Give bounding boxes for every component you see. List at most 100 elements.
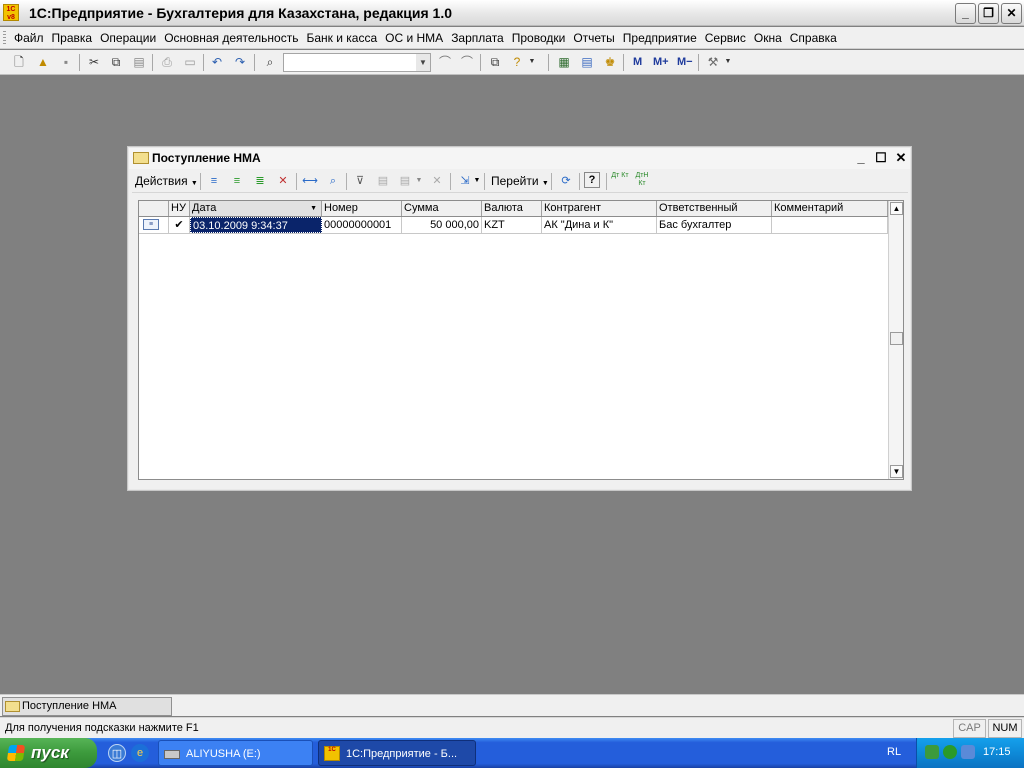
taskbar-1c-window[interactable]: 1C 1С:Предприятие - Б...	[318, 740, 476, 766]
chevron-down-icon[interactable]: ▼	[472, 172, 482, 190]
menu-bank-cash[interactable]: Банк и касса	[302, 31, 381, 45]
cell-counterparty[interactable]: АК "Дина и К"	[542, 217, 657, 233]
chevron-down-icon[interactable]: ▼	[416, 54, 430, 71]
copy-row-icon[interactable]: ≣	[251, 172, 269, 190]
calendar-icon[interactable]: ▤	[578, 54, 596, 70]
tray-shield-icon[interactable]	[925, 745, 939, 759]
column-header-counterparty[interactable]: Контрагент	[542, 201, 657, 216]
interval-icon[interactable]: ⟷	[301, 172, 319, 190]
find-next-icon[interactable]: ⌒	[436, 54, 454, 70]
column-header-responsible[interactable]: Ответственный	[657, 201, 772, 216]
menu-reports[interactable]: Отчеты	[569, 31, 618, 45]
cell-sum[interactable]: 50 000,00	[402, 217, 482, 233]
print-preview-icon[interactable]: ▭	[181, 54, 199, 70]
actions-menu-button[interactable]: Действия ▼	[135, 174, 198, 188]
column-header-sum[interactable]: Сумма	[402, 201, 482, 216]
menu-operations[interactable]: Операции	[96, 31, 160, 45]
restore-button[interactable]: ❐	[978, 3, 999, 24]
menu-salary[interactable]: Зарплата	[447, 31, 508, 45]
memory-m-button[interactable]: M	[633, 54, 642, 70]
document-close-button[interactable]: ✕	[893, 150, 909, 166]
find-icon[interactable]: ⌕	[324, 172, 342, 190]
cell-currency[interactable]: KZT	[482, 217, 542, 233]
menu-grip-handle[interactable]	[3, 31, 6, 45]
chevron-down-icon[interactable]: ▼	[723, 54, 733, 70]
menu-windows[interactable]: Окна	[750, 31, 786, 45]
internet-explorer-icon[interactable]: e	[131, 744, 149, 762]
filter-icon[interactable]: ⊽	[351, 172, 369, 190]
save-icon[interactable]: ▪	[57, 54, 75, 70]
close-button[interactable]: ✕	[1001, 3, 1022, 24]
menu-enterprise[interactable]: Предприятие	[619, 31, 701, 45]
show-desktop-icon[interactable]: ◫	[108, 744, 126, 762]
add-group-icon[interactable]: ≡	[228, 172, 246, 190]
undo-icon[interactable]: ↶	[208, 54, 226, 70]
paste-icon[interactable]: ▤	[130, 54, 148, 70]
help-button[interactable]: ?	[584, 172, 600, 188]
binoculars-icon[interactable]: ⌕	[261, 54, 279, 70]
new-document-icon[interactable]: 🗋	[10, 54, 28, 70]
cell-responsible[interactable]: Бас бухгалтер	[657, 217, 772, 233]
scroll-thumb[interactable]	[890, 332, 903, 345]
dt-kt-tax-icon[interactable]: ДтН Кт	[633, 172, 651, 190]
filter-history-icon[interactable]: ▤	[396, 172, 414, 190]
document-posted-icon[interactable]: ≡	[139, 217, 169, 233]
clock[interactable]: 17:15	[983, 746, 1011, 758]
cut-icon[interactable]: ✂	[85, 54, 103, 70]
find-prev-icon[interactable]: ⌒	[458, 54, 476, 70]
windows-icon[interactable]: ⧉	[486, 54, 504, 70]
window-tab-nma-receipt[interactable]: Поступление НМА	[2, 697, 172, 716]
chevron-down-icon[interactable]: ▼	[414, 172, 424, 190]
tools-icon[interactable]: ⚒	[704, 54, 722, 70]
start-button[interactable]: пуск	[0, 738, 97, 768]
search-input[interactable]: ▼	[283, 53, 431, 72]
tray-network-icon[interactable]	[961, 745, 975, 759]
print-icon[interactable]: ⎙	[158, 54, 176, 70]
cell-comment[interactable]	[772, 217, 888, 233]
menu-file[interactable]: Файл	[10, 31, 48, 45]
refresh-icon[interactable]: ⟳	[557, 172, 575, 190]
menu-edit[interactable]: Правка	[48, 31, 97, 45]
menu-main-activity[interactable]: Основная деятельность	[160, 31, 302, 45]
calculator-icon[interactable]: ▦	[555, 54, 573, 70]
dt-kt-icon[interactable]: Дт Кт	[611, 172, 629, 190]
column-header-number[interactable]: Номер	[322, 201, 402, 216]
user-key-icon[interactable]: ♚	[601, 54, 619, 70]
delete-row-icon[interactable]: ✕	[274, 172, 292, 190]
menu-fixed-assets[interactable]: ОС и НМА	[381, 31, 447, 45]
tray-antivirus-icon[interactable]	[943, 745, 957, 759]
goto-menu-button[interactable]: Перейти ▼	[491, 174, 549, 188]
table-row[interactable]: ≡ ✔ 03.10.2009 9:34:37 00000000001 50 00…	[139, 217, 888, 234]
cell-number[interactable]: 00000000001	[322, 217, 402, 233]
scroll-down-icon[interactable]: ▼	[890, 465, 903, 478]
documents-table: НУ Дата ▼ Номер Сумма Валюта Контрагент …	[138, 200, 904, 480]
chevron-down-icon[interactable]: ▼	[527, 54, 537, 70]
document-maximize-button[interactable]: ☐	[873, 150, 889, 166]
column-header-nu[interactable]: НУ	[169, 201, 190, 216]
menu-service[interactable]: Сервис	[701, 31, 750, 45]
minimize-button[interactable]: _	[955, 3, 976, 24]
column-header-icon[interactable]	[139, 201, 169, 216]
column-header-date[interactable]: Дата ▼	[190, 201, 322, 216]
open-folder-icon[interactable]: ▲	[34, 54, 52, 70]
document-window-titlebar[interactable]: Поступление НМА _ ☐ ✕	[129, 148, 910, 169]
copy-icon[interactable]: ⧉	[107, 54, 125, 70]
memory-m-plus-button[interactable]: M+	[653, 54, 669, 70]
menu-entries[interactable]: Проводки	[508, 31, 570, 45]
clear-filter-icon[interactable]: ✕	[428, 172, 446, 190]
language-indicator[interactable]: RL	[887, 746, 901, 758]
cell-date[interactable]: 03.10.2009 9:34:37	[190, 217, 322, 233]
document-minimize-button[interactable]: _	[853, 150, 869, 166]
scroll-up-icon[interactable]: ▲	[890, 202, 903, 215]
filter-by-value-icon[interactable]: ▤	[374, 172, 392, 190]
column-header-currency[interactable]: Валюта	[482, 201, 542, 216]
column-header-comment[interactable]: Комментарий	[772, 201, 888, 216]
help-question-icon[interactable]: ?	[508, 54, 526, 70]
cell-nu[interactable]: ✔	[169, 217, 190, 233]
add-row-icon[interactable]: ≡	[205, 172, 223, 190]
taskbar-drive-window[interactable]: ALIYUSHA (E:)	[158, 740, 313, 766]
memory-m-minus-button[interactable]: M−	[677, 54, 693, 70]
vertical-scrollbar[interactable]: ▲ ▼	[888, 201, 903, 479]
redo-icon[interactable]: ↷	[231, 54, 249, 70]
menu-help[interactable]: Справка	[786, 31, 841, 45]
